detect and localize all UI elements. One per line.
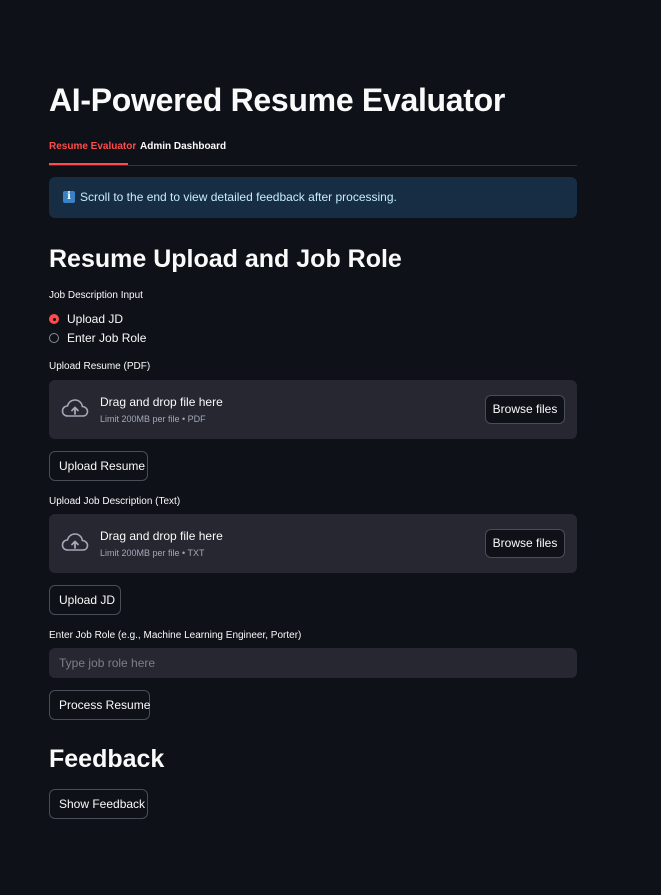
dropzone-limit: Limit 200MB per file • PDF [100, 414, 206, 424]
info-alert: i Scroll to the end to view detailed fee… [49, 177, 577, 218]
jd-input-label: Job Description Input [49, 290, 143, 301]
section-heading-upload: Resume Upload and Job Role [49, 245, 402, 273]
info-alert-text: Scroll to the end to view detailed feedb… [80, 190, 397, 204]
resume-uploader-label: Upload Resume (PDF) [49, 361, 151, 372]
job-role-input[interactable] [49, 648, 577, 678]
resume-dropzone[interactable]: Drag and drop file here Limit 200MB per … [49, 380, 577, 439]
radio-upload-jd[interactable]: Upload JD [49, 312, 139, 328]
browse-files-button-jd[interactable]: Browse files [485, 529, 565, 558]
cloud-upload-icon [61, 399, 89, 417]
radio-unselected-icon [49, 333, 59, 343]
tab-bar: Resume Evaluator Admin Dashboard [49, 136, 577, 166]
tab-resume-evaluator[interactable]: Resume Evaluator [49, 141, 136, 152]
jd-dropzone[interactable]: Drag and drop file here Limit 200MB per … [49, 514, 577, 573]
show-feedback-button[interactable]: Show Feedback [49, 789, 148, 819]
upload-jd-button[interactable]: Upload JD [49, 585, 121, 615]
radio-label: Enter Job Role [67, 331, 147, 345]
upload-resume-button[interactable]: Upload Resume [49, 451, 148, 481]
process-resume-button[interactable]: Process Resume [49, 690, 150, 720]
job-role-label: Enter Job Role (e.g., Machine Learning E… [49, 630, 302, 641]
active-tab-indicator [49, 163, 128, 165]
radio-label: Upload JD [67, 312, 124, 326]
radio-selected-icon [49, 314, 59, 324]
dropzone-limit: Limit 200MB per file • TXT [100, 548, 205, 558]
dropzone-title: Drag and drop file here [100, 529, 223, 543]
page-title: AI-Powered Resume Evaluator [49, 82, 506, 118]
jd-uploader-label: Upload Job Description (Text) [49, 496, 181, 507]
dropzone-title: Drag and drop file here [100, 395, 223, 409]
radio-enter-job-role[interactable]: Enter Job Role [49, 331, 159, 347]
section-heading-feedback: Feedback [49, 745, 165, 773]
cloud-upload-icon [61, 533, 89, 551]
tab-admin-dashboard[interactable]: Admin Dashboard [140, 141, 226, 152]
browse-files-button-resume[interactable]: Browse files [485, 395, 565, 424]
info-icon: i [63, 191, 75, 203]
